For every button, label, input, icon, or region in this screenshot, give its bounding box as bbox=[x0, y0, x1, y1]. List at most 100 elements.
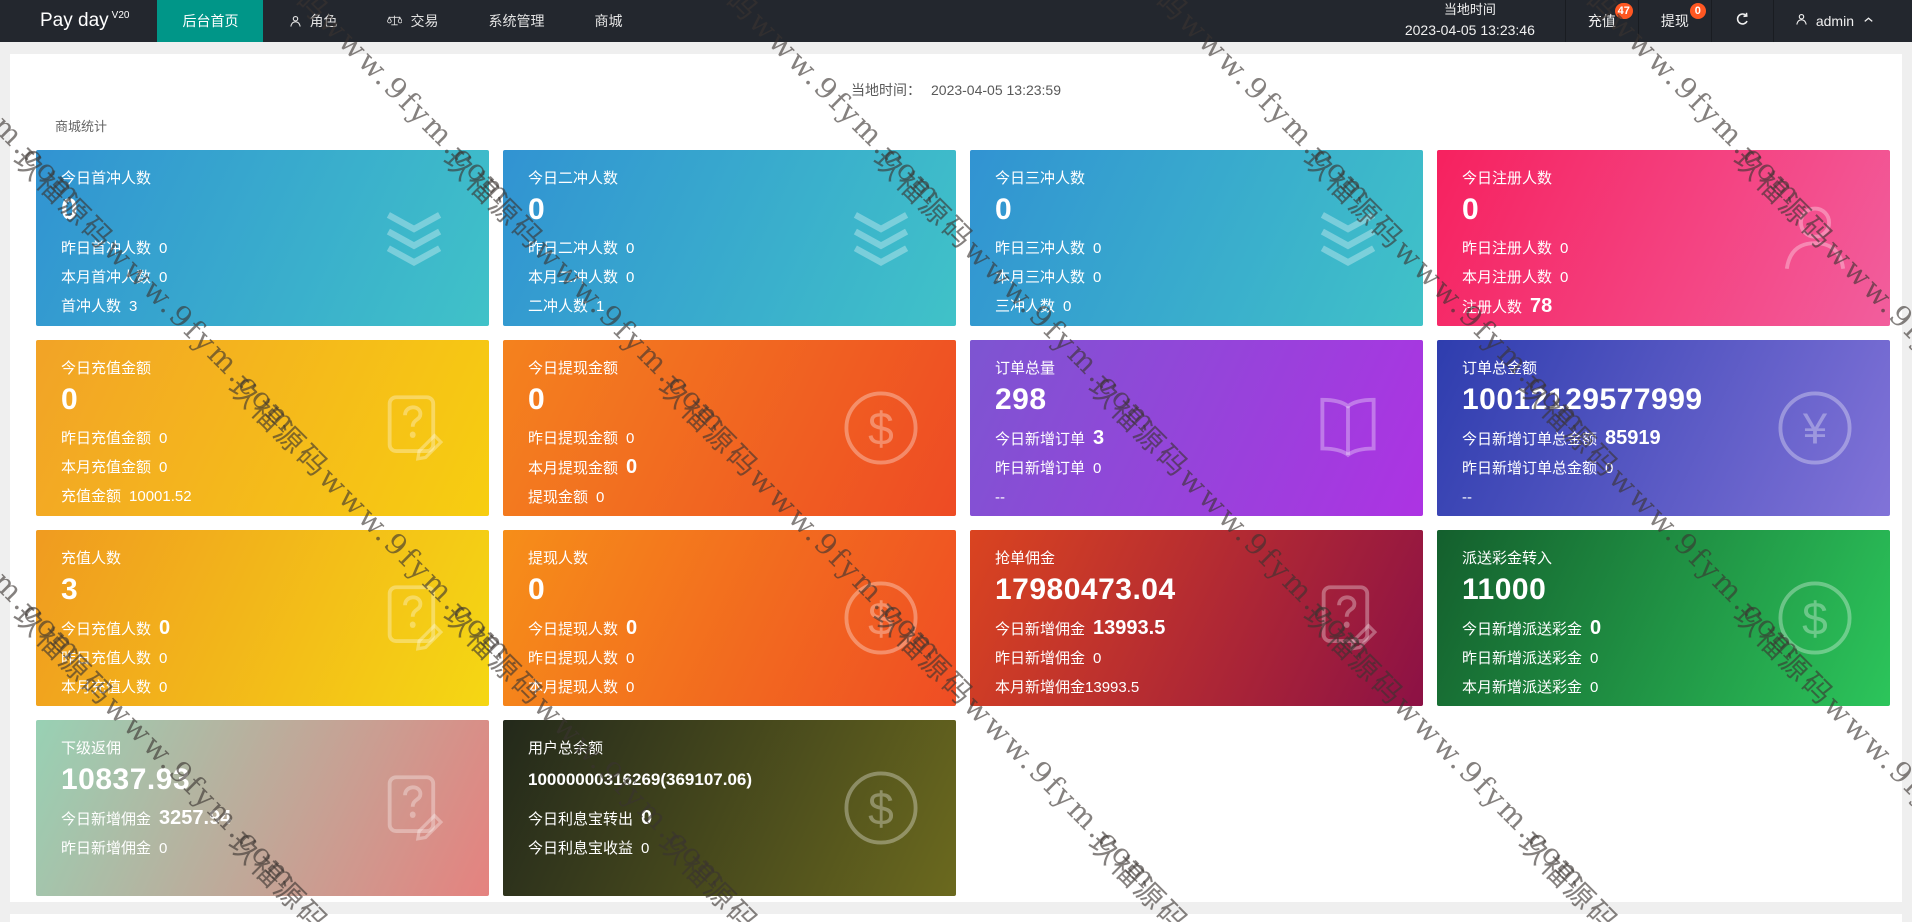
stat-card-total-orders: 订单总量 298 今日新增订单 3 昨日新增订单 0 -- bbox=[970, 340, 1423, 516]
card-title: 抢单佣金 bbox=[995, 550, 1056, 567]
layers-icon bbox=[373, 197, 455, 279]
app-title: Pay day bbox=[40, 10, 109, 31]
card-title: 今日充值金额 bbox=[61, 360, 152, 377]
stat-value: 0 bbox=[626, 430, 635, 447]
bottom-strip bbox=[10, 914, 1902, 922]
stat-value: 0 bbox=[1590, 617, 1602, 639]
withdraw-badge: 0 bbox=[1689, 3, 1706, 19]
stat-label: 昨日三冲人数 bbox=[995, 240, 1086, 257]
stat-value: 0 bbox=[159, 617, 171, 639]
stat-value: 0 bbox=[1560, 240, 1569, 257]
top-navbar: Pay day V20 后台首页 角色 交易 系统管理 商城 当地时间 2023… bbox=[0, 0, 1912, 42]
stat-label: 首冲人数 bbox=[61, 298, 122, 315]
stat-label: 本月新增佣金 bbox=[995, 679, 1086, 696]
app-logo: Pay day V20 bbox=[0, 0, 157, 42]
card-stat-line: 提现金额 0 bbox=[528, 483, 956, 512]
stat-card-order-amount: 订单总金额 10012129577999 今日新增订单总金额 85919 昨日新增订… bbox=[1437, 340, 1890, 516]
stat-label: 提现金额 bbox=[528, 489, 589, 506]
withdraw-label: 提现 bbox=[1660, 13, 1689, 29]
stat-label: 今日新增佣金 bbox=[995, 621, 1086, 638]
menu-item-dashboard[interactable]: 后台首页 bbox=[157, 0, 264, 42]
card-title: 今日提现金额 bbox=[528, 360, 619, 377]
card-title: 用户总余额 bbox=[528, 740, 604, 757]
stat-card-user-balance: 用户总余额 10000000316269(369107.06) 今日利息宝转出 0… bbox=[503, 720, 956, 896]
recharge-button[interactable]: 充值 47 bbox=[1564, 0, 1638, 42]
stat-value: 0 bbox=[159, 679, 168, 696]
card-title: 提现人数 bbox=[528, 550, 589, 567]
stat-value: 13993.5 bbox=[1085, 679, 1140, 696]
stat-value: 13993.5 bbox=[1093, 617, 1166, 639]
stat-value: 0 bbox=[626, 240, 635, 257]
stat-value: 0 bbox=[1093, 269, 1102, 286]
card-stat-line: 三冲人数 0 bbox=[995, 292, 1423, 321]
dollar-circle-icon bbox=[840, 767, 922, 849]
question-edit-icon bbox=[373, 577, 455, 659]
menu-label: 系统管理 bbox=[488, 13, 545, 29]
recharge-badge: 47 bbox=[1614, 3, 1633, 19]
dollar-circle-icon bbox=[840, 387, 922, 469]
panel-time-value: 2023-04-05 13:23:59 bbox=[931, 82, 1061, 98]
stat-label: 今日提现人数 bbox=[528, 621, 619, 638]
stat-value: 0 bbox=[159, 240, 168, 257]
stat-label: 昨日充值人数 bbox=[61, 650, 152, 667]
withdraw-button[interactable]: 提现 0 bbox=[1637, 0, 1711, 42]
stat-label: 今日充值人数 bbox=[61, 621, 152, 638]
menu-item-roles[interactable]: 角色 bbox=[263, 0, 362, 42]
card-stat-line: 首冲人数 3 bbox=[61, 292, 489, 321]
menu-label: 交易 bbox=[410, 13, 439, 29]
card-stat-line: 注册人数 78 bbox=[1462, 292, 1890, 322]
stat-label: 本月充值金额 bbox=[61, 459, 152, 476]
stats-panel: 当地时间： 2023-04-05 13:23:59 商城统计 今日首冲人数 0 昨… bbox=[10, 54, 1902, 902]
stat-card-bonus-transfer: 派送彩金转入 11000 今日新增派送彩金 0 昨日新增派送彩金 0 本月新增派送彩金 0 bbox=[1437, 530, 1890, 706]
stat-label: 昨日新增派送彩金 bbox=[1462, 650, 1583, 667]
stat-label: 今日利息宝收益 bbox=[528, 840, 634, 857]
stat-value: 0 bbox=[159, 840, 168, 857]
card-title: 今日注册人数 bbox=[1462, 170, 1553, 187]
stat-label: 充值金额 bbox=[61, 488, 122, 505]
card-title: 今日首冲人数 bbox=[61, 170, 152, 187]
stat-card-recharge-amount: 今日充值金额 0 昨日充值金额 0 本月充值金额 0 充值金额 10001.52 bbox=[36, 340, 489, 516]
stat-label: 今日新增派送彩金 bbox=[1462, 621, 1583, 638]
menu-item-trade[interactable]: 交易 bbox=[362, 0, 463, 42]
chevron-up-icon bbox=[1861, 12, 1876, 30]
panel-time-label: 当地时间： bbox=[851, 82, 921, 98]
local-time-value: 2023-04-05 13:23:46 bbox=[1404, 22, 1535, 39]
stat-value: 0 bbox=[159, 459, 168, 476]
section-title: 商城统计 bbox=[55, 119, 108, 134]
menu-item-system[interactable]: 系统管理 bbox=[463, 0, 569, 42]
stat-value: 0 bbox=[159, 650, 168, 667]
card-title: 订单总量 bbox=[995, 360, 1056, 377]
card-stat-line: 本月新增派送彩金 0 bbox=[1462, 673, 1890, 702]
stat-label: 本月首冲人数 bbox=[61, 269, 152, 286]
stat-label: -- bbox=[995, 489, 1005, 506]
menu-label: 商城 bbox=[594, 13, 623, 29]
menu-label: 角色 bbox=[309, 13, 338, 29]
stat-value: 0 bbox=[1590, 650, 1599, 667]
user-menu[interactable]: admin bbox=[1772, 0, 1896, 42]
stat-value: 3 bbox=[129, 298, 138, 315]
person-icon bbox=[288, 14, 303, 29]
refresh-icon bbox=[1734, 11, 1751, 31]
navbar-right: 当地时间 2023-04-05 13:23:46 充值 47 提现 0 admi… bbox=[1375, 0, 1912, 42]
stat-value: 0 bbox=[1063, 298, 1072, 315]
local-time-label: 当地时间 bbox=[1443, 2, 1496, 18]
card-stat-line: 充值金额 10001.52 bbox=[61, 482, 489, 511]
stat-value: 3257.94 bbox=[159, 807, 232, 829]
stat-value: 0 bbox=[1605, 460, 1614, 477]
card-title: 今日三冲人数 bbox=[995, 170, 1086, 187]
layers-icon bbox=[1307, 197, 1389, 279]
stat-value: 0 bbox=[1590, 679, 1599, 696]
stat-label: 昨日新增佣金 bbox=[995, 650, 1086, 667]
stat-label: 本月充值人数 bbox=[61, 679, 152, 696]
stat-label: 昨日注册人数 bbox=[1462, 240, 1553, 257]
local-time-block: 当地时间 2023-04-05 13:23:46 bbox=[1375, 0, 1565, 42]
stat-value: 0 bbox=[596, 489, 605, 506]
stat-label: 二冲人数 bbox=[528, 298, 589, 315]
stat-card-first-recharge: 今日首冲人数 0 昨日首冲人数 0 本月首冲人数 0 首冲人数 3 bbox=[36, 150, 489, 326]
refresh-button[interactable] bbox=[1710, 0, 1773, 42]
menu-item-mall[interactable]: 商城 bbox=[569, 0, 647, 42]
main-menu: 后台首页 角色 交易 系统管理 商城 bbox=[157, 0, 647, 42]
card-stat-line: 二冲人数 1 bbox=[528, 292, 956, 321]
username: admin bbox=[1815, 13, 1854, 29]
stat-label: 今日新增订单总金额 bbox=[1462, 431, 1598, 448]
